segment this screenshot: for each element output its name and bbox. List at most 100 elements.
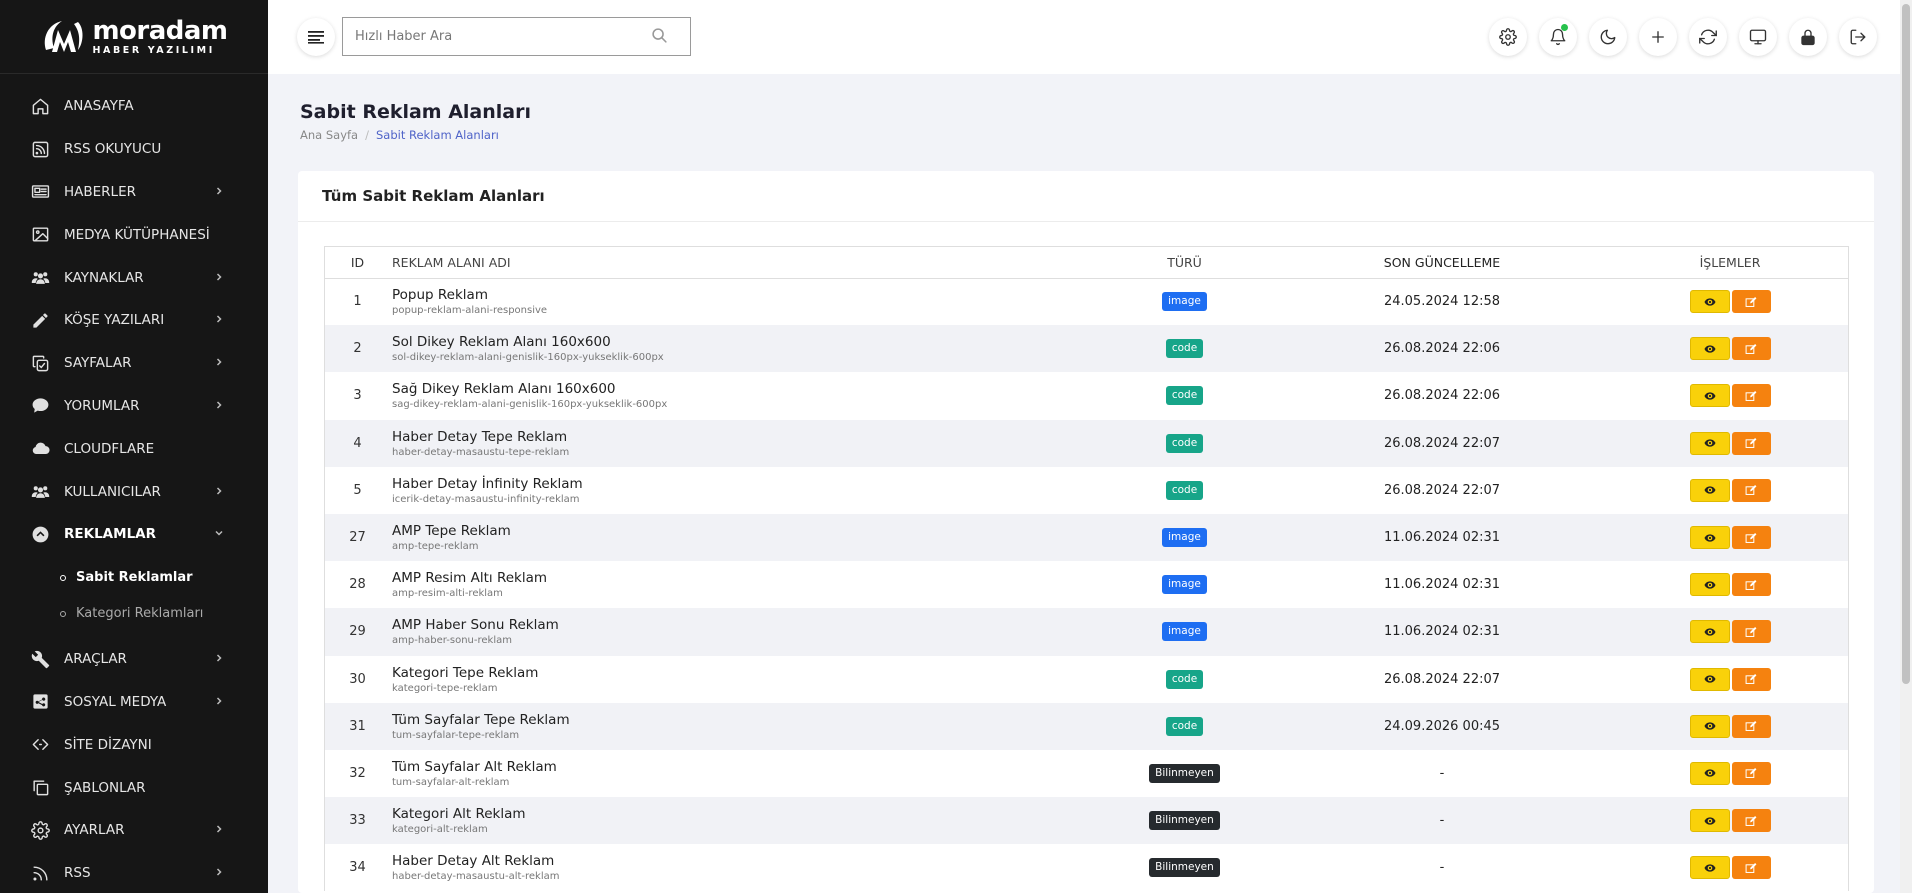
cell-actions <box>1612 278 1848 325</box>
topbar <box>268 0 1900 74</box>
edit-button[interactable] <box>1731 526 1771 550</box>
edit-button[interactable] <box>1731 667 1771 691</box>
header-type[interactable]: TÜRÜ <box>1097 247 1272 279</box>
header-id[interactable]: ID <box>325 247 390 279</box>
bullet-icon <box>60 574 66 581</box>
edit-button[interactable] <box>1731 714 1771 738</box>
view-button[interactable] <box>1689 431 1730 455</box>
sidebar-item-6[interactable]: KÖŞE YAZILARI <box>0 299 268 342</box>
view-button[interactable] <box>1689 714 1730 738</box>
cell-updated: 11.06.2024 02:31 <box>1383 530 1501 546</box>
cell-updated: 24.09.2026 00:45 <box>1383 718 1501 734</box>
view-button[interactable] <box>1689 856 1730 880</box>
chevron-right-icon <box>214 398 224 414</box>
view-button[interactable] <box>1689 478 1730 502</box>
sidebar-item-17[interactable]: RSS <box>0 852 268 893</box>
view-button[interactable] <box>1689 526 1730 550</box>
edit-button[interactable] <box>1731 761 1771 785</box>
notifications-button[interactable] <box>1539 18 1577 56</box>
refresh-icon <box>1699 29 1717 45</box>
brand-logo[interactable]: moradam HABER YAZILIMI <box>0 0 268 74</box>
comment-icon <box>30 396 50 416</box>
lock-button[interactable] <box>1789 18 1827 56</box>
sidebar-item-label: REKLAMLAR <box>64 526 157 543</box>
sidebar-item-1[interactable]: ANASAYFA <box>0 85 268 128</box>
view-button[interactable] <box>1689 290 1730 314</box>
view-button[interactable] <box>1689 573 1730 597</box>
view-button[interactable] <box>1689 809 1730 833</box>
chevron-right-icon <box>214 865 224 881</box>
sidebar-item-label: SİTE DİZAYNI <box>64 736 152 753</box>
ads-table-wrapper: ID REKLAM ALANI ADI TÜRÜ SON GÜNCELLEME … <box>324 246 1849 892</box>
header-updated[interactable]: SON GÜNCELLEME <box>1272 247 1612 279</box>
settings-icon <box>1499 28 1517 46</box>
cell-actions <box>1612 844 1848 891</box>
ad-area-name: Sağ Dikey Reklam Alanı 160x600 <box>392 381 616 398</box>
sidebar-subitem-2[interactable]: Kategori Reklamları <box>0 596 268 632</box>
edit-button[interactable] <box>1731 573 1771 597</box>
edit-button[interactable] <box>1731 478 1771 502</box>
header-name[interactable]: REKLAM ALANI ADI <box>390 247 1097 279</box>
sidebar-subitem-1[interactable]: Sabit Reklamlar <box>0 560 268 596</box>
sidebar-subitem-label: Kategori Reklamları <box>76 606 204 622</box>
sidebar-item-12[interactable]: ARAÇLAR <box>0 638 268 681</box>
type-badge: code <box>1165 480 1204 500</box>
cell-id: 33 <box>349 813 366 829</box>
sidebar-item-14[interactable]: SİTE DİZAYNI <box>0 723 268 766</box>
edit-button[interactable] <box>1731 809 1771 833</box>
sidebar-item-2[interactable]: RSS OKUYUCU <box>0 128 268 171</box>
cell-name: Sol Dikey Reklam Alanı 160x600 sol-dikey-… <box>390 325 1097 372</box>
sidebar-item-5[interactable]: KAYNAKLAR <box>0 256 268 299</box>
menu-toggle-button[interactable] <box>297 18 335 56</box>
edit-button[interactable] <box>1731 431 1771 455</box>
edit-button[interactable] <box>1731 384 1771 408</box>
sidebar-item-8[interactable]: YORUMLAR <box>0 385 268 428</box>
cell-id: 28 <box>349 577 366 593</box>
sidebar-item-7[interactable]: SAYFALAR <box>0 342 268 385</box>
header-actions: İŞLEMLER <box>1612 247 1848 279</box>
edit-button[interactable] <box>1731 337 1771 361</box>
sidebar-item-label: SAYFALAR <box>64 355 132 372</box>
sidebar-item-3[interactable]: HABERLER <box>0 171 268 214</box>
type-badge: code <box>1165 339 1204 359</box>
view-site-button[interactable] <box>1739 18 1777 56</box>
sidebar-item-13[interactable]: SOSYAL MEDYA <box>0 681 268 724</box>
ad-area-name: Kategori Tepe Reklam <box>392 664 539 681</box>
copy-icon <box>30 353 50 373</box>
type-badge: code <box>1165 386 1204 406</box>
type-badge: code <box>1165 433 1204 453</box>
refresh-button[interactable] <box>1689 18 1727 56</box>
sidebar-item-15[interactable]: ŞABLONLAR <box>0 766 268 809</box>
ads-table-body: 1 Popup Reklam popup-reklam-alani-responsi… <box>325 278 1848 892</box>
dark-mode-button[interactable] <box>1589 18 1627 56</box>
scrollbar-thumb[interactable] <box>1902 4 1910 684</box>
eye-icon <box>1704 581 1715 589</box>
view-button[interactable] <box>1689 620 1730 644</box>
page-scrollbar[interactable] <box>1900 0 1912 893</box>
users-icon <box>30 482 50 502</box>
sidebar-item-11[interactable]: REKLAMLAR <box>0 513 268 556</box>
share-icon <box>30 692 50 712</box>
add-button[interactable] <box>1639 18 1677 56</box>
cell-type: image <box>1097 561 1272 608</box>
sidebar-item-16[interactable]: AYARLAR <box>0 809 268 852</box>
edit-button[interactable] <box>1731 856 1771 880</box>
view-button[interactable] <box>1689 667 1730 691</box>
view-button[interactable] <box>1689 384 1730 408</box>
settings-button[interactable] <box>1489 18 1527 56</box>
sidebar-item-9[interactable]: CLOUDFLARE <box>0 427 268 470</box>
search-icon[interactable] <box>651 27 668 44</box>
logout-button[interactable] <box>1839 18 1877 56</box>
edit-button[interactable] <box>1731 290 1771 314</box>
sidebar-item-10[interactable]: KULLANICILAR <box>0 470 268 513</box>
search-input[interactable] <box>343 18 643 54</box>
table-row: 29 AMP Haber Sonu Reklam amp-haber-sonu-re… <box>325 608 1848 656</box>
edit-button[interactable] <box>1731 620 1771 644</box>
sidebar-item-4[interactable]: MEDYA KÜTÜPHANESİ <box>0 213 268 256</box>
breadcrumb-current: Sabit Reklam Alanları <box>375 128 499 142</box>
view-button[interactable] <box>1689 337 1730 361</box>
view-button[interactable] <box>1689 761 1730 785</box>
breadcrumb-home-link[interactable]: Ana Sayfa <box>300 128 358 142</box>
edit-icon <box>1745 579 1757 590</box>
cell-id: 3 <box>353 388 362 404</box>
